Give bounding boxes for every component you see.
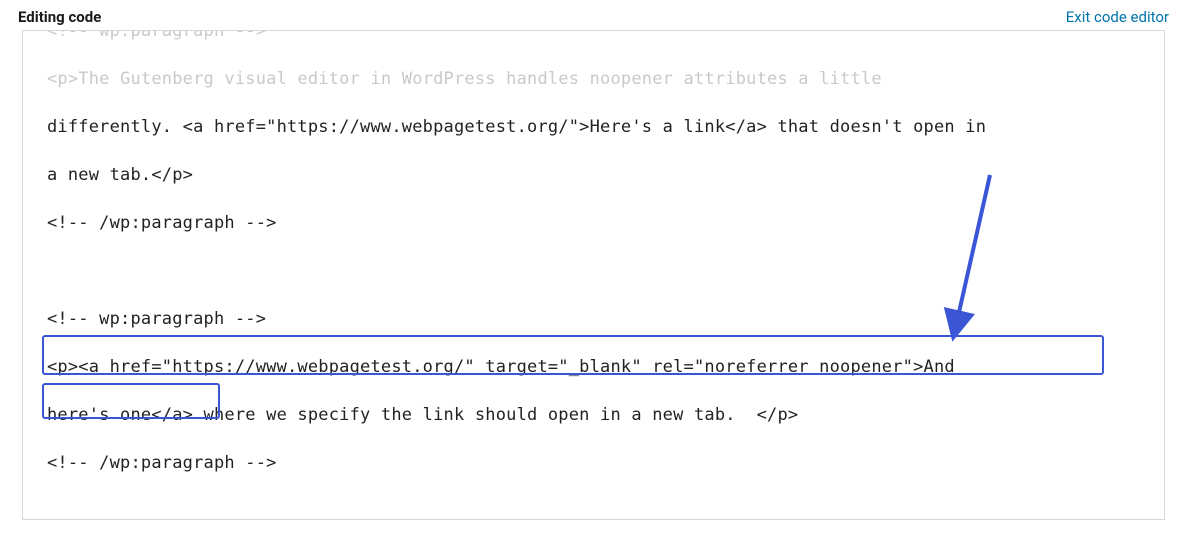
code-line-2: <p>The Gutenberg visual editor in WordPr… — [47, 69, 892, 89]
code-line-4: a new tab.</p> — [47, 165, 193, 185]
code-line-7: <!-- wp:paragraph --> — [47, 309, 266, 329]
code-line-3: differently. <a href="https://www.webpag… — [47, 117, 997, 137]
code-editor-frame: <!-- wp:paragraph --> <p>The Gutenberg v… — [22, 30, 1165, 520]
code-line-8: <p><a href="https://www.webpagetest.org/… — [47, 357, 965, 377]
code-line-9: here's one</a> where we specify the link… — [47, 405, 798, 425]
exit-code-editor-link[interactable]: Exit code editor — [1066, 8, 1169, 26]
code-line-1: <!-- wp:paragraph --> — [47, 30, 266, 41]
code-line-5: <!-- /wp:paragraph --> — [47, 213, 277, 233]
code-textarea[interactable]: <!-- wp:paragraph --> <p>The Gutenberg v… — [23, 30, 1164, 487]
editing-code-title: Editing code — [18, 8, 101, 26]
editor-header: Editing code Exit code editor — [0, 0, 1187, 30]
code-line-10: <!-- /wp:paragraph --> — [47, 453, 277, 473]
